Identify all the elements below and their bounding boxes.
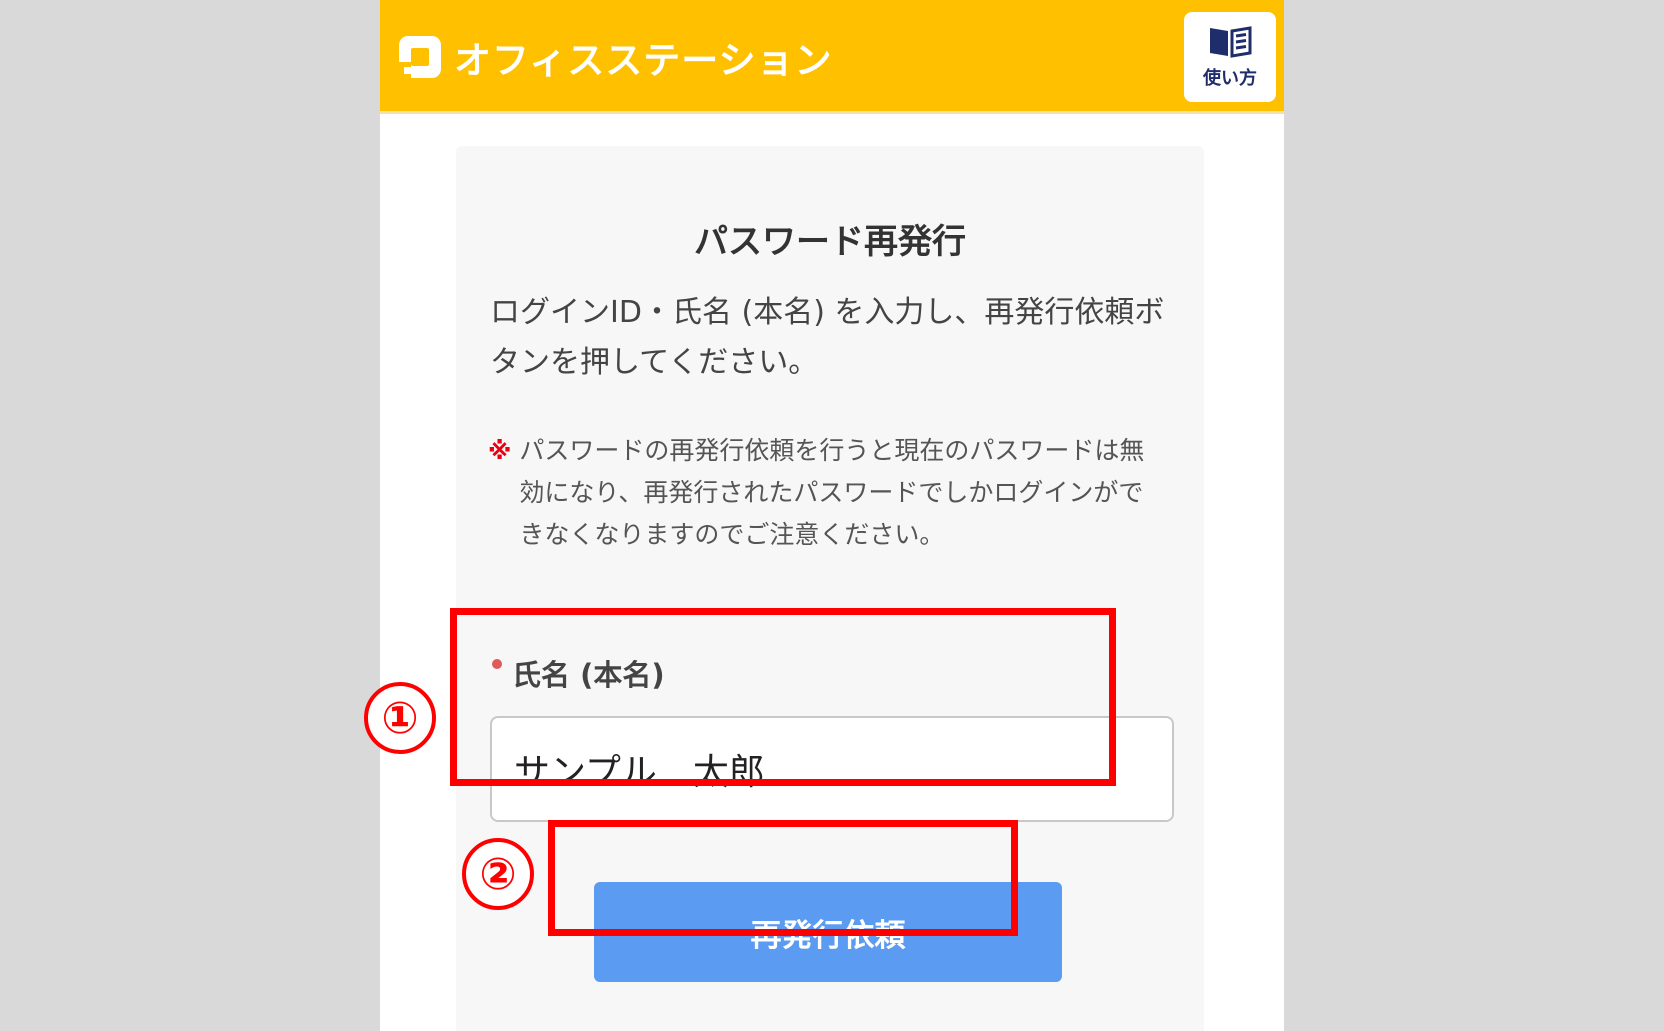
- reference-mark-icon: ※: [488, 437, 512, 465]
- warning-note: ※ パスワードの再発行依頼を行うと現在のパスワードは無効になり、再発行されたパス…: [488, 430, 1158, 556]
- name-field-highlight-box: [450, 608, 1116, 786]
- app-logo-text: オフィスステーション: [454, 39, 833, 82]
- office-station-logo-icon: [399, 36, 441, 78]
- book-icon: [1210, 26, 1252, 58]
- app-header: オフィスステーション 使い方: [380, 0, 1284, 114]
- guide-label: 使い方: [1203, 68, 1257, 89]
- page-title: パスワード再発行: [694, 222, 966, 262]
- step-1-marker: ①: [364, 682, 436, 754]
- guide-button[interactable]: 使い方: [1184, 12, 1276, 102]
- warning-note-text: パスワードの再発行依頼を行うと現在のパスワードは無効になり、再発行されたパスワー…: [519, 436, 1145, 549]
- submit-button-highlight-box: [548, 820, 1018, 936]
- intro-text: ログインID・氏名 (本名) を入力し、再発行依頼ボタンを押してください。: [490, 295, 1165, 380]
- step-2-marker: ②: [462, 838, 534, 910]
- app-logo[interactable]: オフィスステーション: [396, 30, 833, 84]
